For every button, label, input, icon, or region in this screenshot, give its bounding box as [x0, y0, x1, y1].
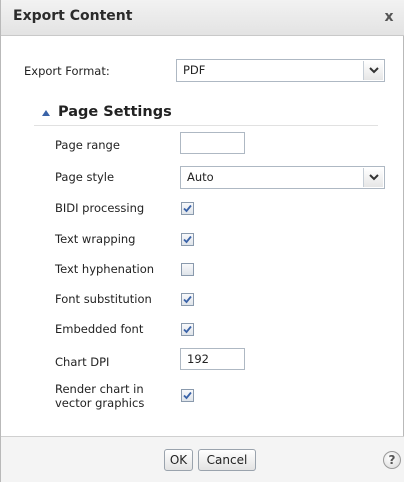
export-format-value: PDF — [183, 63, 206, 77]
page-range-label: Page range — [55, 138, 120, 152]
page-style-select[interactable]: Auto — [180, 166, 385, 189]
export-content-dialog: Export Content x Export Format: PDF Page… — [0, 0, 404, 482]
render-chart-label-line1: Render chart in — [55, 382, 144, 396]
bidi-processing-label: BIDI processing — [55, 201, 145, 215]
chart-dpi-input[interactable]: 192 — [180, 348, 245, 370]
render-chart-label-line2: vector graphics — [55, 396, 145, 410]
page-settings-header[interactable]: Page Settings — [34, 103, 378, 126]
page-style-value: Auto — [187, 170, 214, 184]
checkmark-icon — [183, 295, 192, 304]
cancel-button[interactable]: Cancel — [198, 449, 256, 471]
text-hyphenation-checkbox[interactable] — [181, 263, 194, 276]
bidi-processing-checkbox[interactable] — [181, 202, 194, 215]
render-chart-vector-checkbox[interactable] — [181, 389, 194, 402]
dialog-title: Export Content — [13, 8, 133, 24]
chevron-down-icon[interactable] — [363, 61, 383, 80]
export-format-label: Export Format: — [24, 64, 110, 78]
page-range-input[interactable] — [180, 132, 245, 154]
page-style-label: Page style — [55, 170, 115, 184]
checkmark-icon — [183, 391, 192, 400]
text-wrapping-checkbox[interactable] — [181, 233, 194, 246]
checkmark-icon — [183, 325, 192, 334]
embedded-font-label: Embedded font — [55, 322, 144, 336]
chart-dpi-label: Chart DPI — [55, 355, 110, 369]
dialog-title-bar: Export Content x — [1, 0, 404, 36]
ok-button[interactable]: OK — [164, 449, 193, 471]
page-settings-title: Page Settings — [58, 104, 172, 120]
embedded-font-checkbox[interactable] — [181, 323, 194, 336]
triangle-up-icon — [42, 110, 50, 116]
checkmark-icon — [183, 204, 192, 213]
font-substitution-label: Font substitution — [55, 292, 152, 306]
checkmark-icon — [183, 235, 192, 244]
text-wrapping-label: Text wrapping — [55, 232, 136, 246]
chevron-down-icon[interactable] — [363, 168, 383, 187]
close-icon[interactable]: x — [381, 8, 397, 26]
help-icon[interactable]: ? — [383, 451, 401, 469]
export-format-select[interactable]: PDF — [176, 59, 385, 82]
font-substitution-checkbox[interactable] — [181, 293, 194, 306]
text-hyphenation-label: Text hyphenation — [55, 262, 155, 276]
